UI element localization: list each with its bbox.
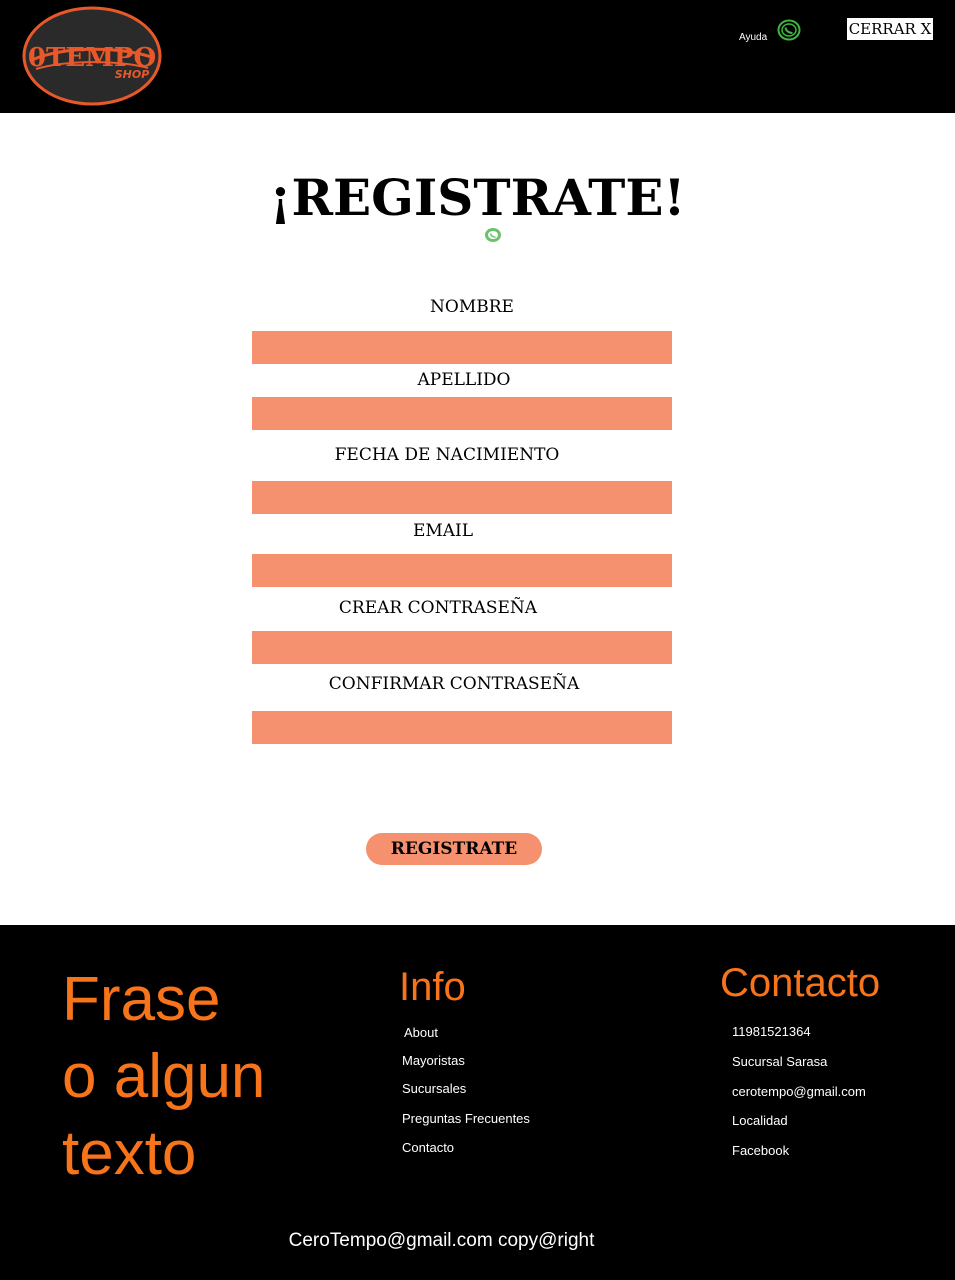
whatsapp-icon[interactable] xyxy=(777,19,801,41)
contact-heading: Contacto xyxy=(720,961,881,1005)
field-label-email: EMAIL xyxy=(412,521,474,541)
footer-link-mayoristas[interactable]: Mayoristas xyxy=(402,1053,465,1068)
nombre-input[interactable] xyxy=(252,331,672,364)
footer-phrase-line: Frase xyxy=(62,965,221,1034)
crear-contrasena-input[interactable] xyxy=(252,631,672,664)
logo-sub-text: SHOP xyxy=(115,68,150,81)
whatsapp-icon xyxy=(485,228,501,242)
footer-link-about[interactable]: About xyxy=(404,1025,438,1040)
field-label-apellido: APELLIDO xyxy=(417,370,511,390)
help-link[interactable]: Ayuda xyxy=(739,16,801,43)
email-input[interactable] xyxy=(252,554,672,587)
footer-phrase-line: o algun xyxy=(62,1042,266,1111)
apellido-input[interactable] xyxy=(252,397,672,430)
info-heading: Info xyxy=(399,965,466,1009)
header: 0TEMPO SHOP Ayuda CERRAR X xyxy=(0,0,955,113)
footer-link-sucursales[interactable]: Sucursales xyxy=(402,1081,466,1096)
help-label: Ayuda xyxy=(739,32,768,43)
contact-phone: 11981521364 xyxy=(732,1024,811,1039)
fecha-nacimiento-input[interactable] xyxy=(252,481,672,514)
footer: Frase o algun texto Info About Mayorista… xyxy=(0,925,955,1280)
footer-link-contacto[interactable]: Contacto xyxy=(402,1140,454,1155)
field-label-nombre: NOMBRE xyxy=(430,297,514,317)
confirmar-contrasena-input[interactable] xyxy=(252,711,672,744)
contact-facebook-link[interactable]: Facebook xyxy=(732,1143,789,1158)
contact-email-link[interactable]: cerotempo@gmail.com xyxy=(732,1084,866,1099)
field-label-crear-contrasena: CREAR CONTRASEÑA xyxy=(338,598,538,618)
footer-phrase-line: texto xyxy=(62,1119,197,1188)
footer-link-preguntas-frecuentes[interactable]: Preguntas Frecuentes xyxy=(402,1111,530,1126)
register-button[interactable]: REGISTRATE xyxy=(366,833,542,865)
page-title: ¡REGISTRATE! xyxy=(269,168,686,227)
close-button[interactable]: CERRAR X xyxy=(847,18,933,40)
contact-location: Localidad xyxy=(732,1113,788,1128)
brand-logo[interactable]: 0TEMPO SHOP xyxy=(22,6,162,106)
copyright-text: CeroTempo@gmail.com copy@right xyxy=(288,1230,595,1251)
footer-phrase: Frase o algun texto xyxy=(62,961,342,1192)
contact-branch: Sucursal Sarasa xyxy=(732,1054,828,1069)
field-label-fecha-nacimiento: FECHA DE NACIMIENTO xyxy=(334,445,560,465)
field-label-confirmar-contrasena: CONFIRMAR CONTRASEÑA xyxy=(328,674,580,694)
